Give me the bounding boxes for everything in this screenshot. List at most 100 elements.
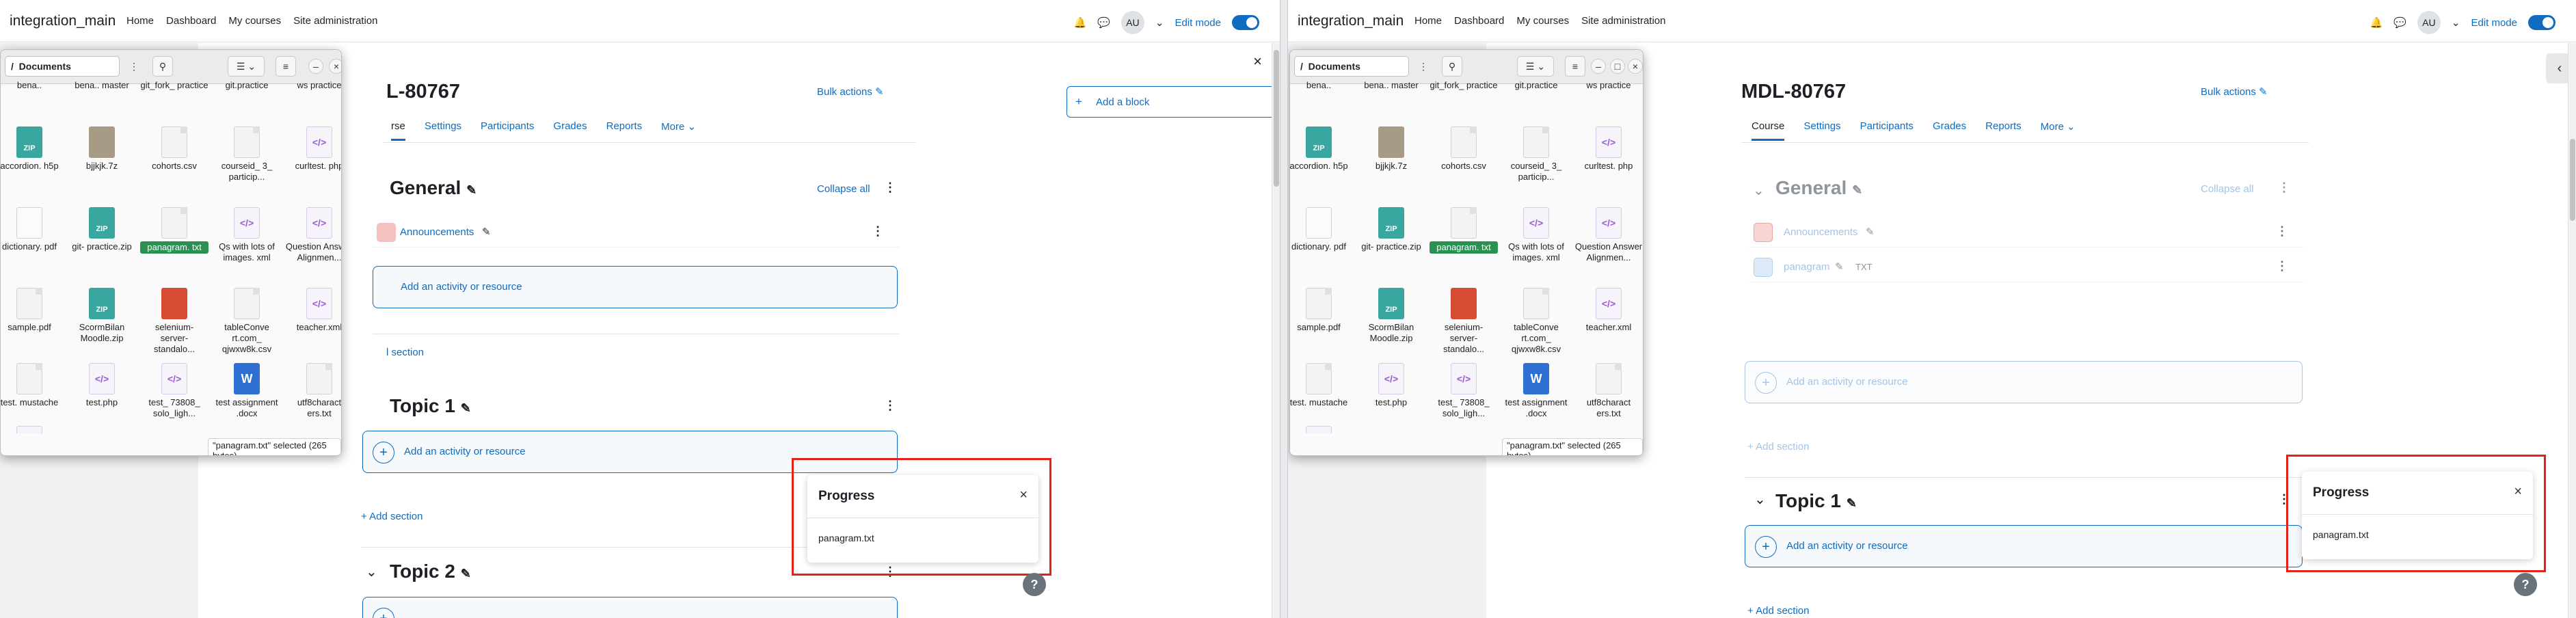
section-menu-icon[interactable]: ⋮ xyxy=(884,180,896,195)
add-activity-button[interactable]: + xyxy=(362,597,898,618)
edit-pencil-icon[interactable]: ✎ xyxy=(1866,226,1875,238)
file-item[interactable]: </> Qs with lots of images. xml xyxy=(213,207,281,263)
file-item-partial[interactable]: bena.. xyxy=(1290,80,1353,92)
file-item[interactable]: test. mustache xyxy=(1,363,64,408)
file-item[interactable]: ZIP accordion. h5p xyxy=(1290,126,1353,172)
activity-label[interactable]: Announcements xyxy=(400,226,474,238)
file-item[interactable]: courseid_ 3_ particip... xyxy=(213,126,281,183)
tab-grades[interactable]: Grades xyxy=(1933,120,1966,141)
file-item[interactable]: cohorts.csv xyxy=(140,126,209,172)
add-block-button[interactable]: + Add a block xyxy=(1066,86,1275,118)
collapse-all-link[interactable]: Collapse all xyxy=(2201,183,2254,195)
nav-site-administration[interactable]: Site administration xyxy=(293,15,377,27)
activity-announcements[interactable]: Announcements ✎ ⋮ xyxy=(1749,217,2303,247)
file-item[interactable]: </> curltest. php xyxy=(285,126,341,172)
activity-announcements[interactable]: Announcements ✎ ⋮ xyxy=(373,217,899,247)
scrollbar-thumb[interactable] xyxy=(1274,50,1279,187)
tab-settings[interactable]: Settings xyxy=(1803,120,1840,141)
file-item[interactable]: utf8charact ers.txt xyxy=(1574,363,1643,419)
section-general-title[interactable]: General ✎ xyxy=(390,177,477,199)
tab-course[interactable]: rse xyxy=(391,120,405,141)
chevron-down-icon[interactable]: ⌄ xyxy=(1753,182,1765,199)
file-item[interactable]: ZIP ScormBilan Moodle.zip xyxy=(1357,288,1425,344)
file-item[interactable]: ZIP accordion. h5p xyxy=(1,126,64,172)
file-item[interactable]: tableConve rt.com_ qjwxw8k.csv xyxy=(1502,288,1570,355)
tab-course[interactable]: Course xyxy=(1752,120,1785,141)
section-topic1-title[interactable]: Topic 1 ✎ xyxy=(1775,490,1857,512)
file-item[interactable]: ZIP git- practice.zip xyxy=(68,207,136,252)
file-item[interactable]: Wtest assignment .docx xyxy=(213,363,281,419)
page-scrollbar[interactable] xyxy=(2568,43,2576,618)
avatar[interactable]: AU xyxy=(2417,11,2441,34)
file-item[interactable]: </> teacher.xml xyxy=(1574,288,1643,333)
avatar[interactable]: AU xyxy=(1121,11,1144,34)
file-item[interactable]: test. mustache xyxy=(1290,363,1353,408)
close-icon[interactable]: × xyxy=(329,59,341,74)
activity-label[interactable]: Announcements xyxy=(1784,226,1857,238)
file-item[interactable]: </>Question Answer Alignmen... xyxy=(1574,207,1643,263)
view-toggle-button[interactable]: ☰ ⌄ xyxy=(1517,56,1554,77)
file-item-partial[interactable]: ws practice xyxy=(1574,80,1643,92)
file-item-partial[interactable]: bena.. master xyxy=(1357,80,1425,92)
nav-home[interactable]: Home xyxy=(126,15,154,27)
tab-more[interactable]: More ⌄ xyxy=(2041,120,2076,141)
minimize-icon[interactable]: – xyxy=(308,59,323,74)
file-item[interactable]: cohorts.csv xyxy=(1430,126,1498,172)
maximize-icon[interactable]: □ xyxy=(1610,59,1625,74)
more-icon[interactable]: ⋮ xyxy=(124,56,144,77)
file-item[interactable]: panagram. txt xyxy=(140,207,209,254)
nav-dashboard[interactable]: Dashboard xyxy=(1454,15,1504,27)
file-item[interactable]: </> Qs with lots of images. xml xyxy=(1502,207,1570,263)
file-item[interactable]: </>Question Answer Alignmen... xyxy=(285,207,341,263)
file-item[interactable]: </> teacher.xml xyxy=(285,288,341,333)
file-item[interactable]: tableConve rt.com_ qjwxw8k.csv xyxy=(213,288,281,355)
messages-icon[interactable]: 💬 xyxy=(1097,18,1110,28)
section-topic2-title[interactable]: Topic 2 ✎ xyxy=(390,561,471,582)
bulk-actions-link[interactable]: Bulk actions ✎ xyxy=(817,85,884,98)
page-scrollbar[interactable] xyxy=(1272,43,1280,618)
add-section-link[interactable]: + Add section xyxy=(1747,605,1810,617)
close-icon[interactable]: × xyxy=(1628,59,1643,74)
section-menu-icon[interactable]: ⋮ xyxy=(884,399,896,413)
file-item[interactable]: bjjkjk.7z xyxy=(1357,126,1425,172)
search-icon[interactable]: ⚲ xyxy=(152,56,173,77)
edit-pencil-icon[interactable]: ✎ xyxy=(1835,260,1844,273)
file-item[interactable]: courseid_ 3_ particip... xyxy=(1502,126,1570,183)
scrollbar-thumb[interactable] xyxy=(2570,139,2575,221)
more-icon[interactable]: ⋮ xyxy=(1413,56,1434,77)
file-item[interactable]: ZIP git- practice.zip xyxy=(1357,207,1425,252)
edit-pencil-icon[interactable]: ✎ xyxy=(482,226,491,238)
add-section-link[interactable]: + Add section xyxy=(1747,441,1810,453)
nav-dashboard[interactable]: Dashboard xyxy=(166,15,216,27)
help-icon[interactable]: ? xyxy=(2514,573,2537,596)
file-item-partial[interactable]: bena.. master xyxy=(68,80,136,92)
close-icon[interactable]: × xyxy=(1019,487,1028,503)
path-bar[interactable]: / Documents xyxy=(5,56,120,77)
chevron-down-icon[interactable]: ⌄ xyxy=(1754,491,1766,508)
file-item-partial[interactable]: git_fork_ practice xyxy=(1430,80,1498,92)
file-item[interactable]: </> test_ 73808_ solo_ligh... xyxy=(1430,363,1498,419)
activity-menu-icon[interactable]: ⋮ xyxy=(2276,224,2288,239)
file-item[interactable]: utf8charact ers.txt xyxy=(285,363,341,419)
nav-home[interactable]: Home xyxy=(1414,15,1442,27)
file-item[interactable]: dictionary. pdf xyxy=(1290,207,1353,252)
tab-reports[interactable]: Reports xyxy=(1985,120,2022,141)
activity-menu-icon[interactable]: ⋮ xyxy=(2276,259,2288,273)
tab-participants[interactable]: Participants xyxy=(1860,120,1914,141)
section-menu-icon[interactable]: ⋮ xyxy=(2278,180,2290,195)
edit-mode-toggle[interactable] xyxy=(1232,15,1259,30)
section-topic1-title[interactable]: Topic 1 ✎ xyxy=(390,395,471,417)
file-item[interactable]: panagram. txt xyxy=(1430,207,1498,254)
add-section-link[interactable]: + Add section xyxy=(361,511,423,522)
file-item[interactable]: </> test.php xyxy=(68,363,136,408)
add-activity-button[interactable]: Add an activity or resource xyxy=(373,266,898,308)
file-item-partial[interactable]: git.practice xyxy=(1502,80,1570,92)
file-item-partial[interactable]: bena.. xyxy=(1,80,64,92)
help-icon[interactable]: ? xyxy=(1023,573,1046,596)
messages-icon[interactable]: 💬 xyxy=(2393,18,2406,28)
site-name[interactable]: integration_main xyxy=(10,13,116,29)
chevron-down-icon[interactable]: ⌄ xyxy=(366,563,377,580)
chevron-down-icon[interactable]: ⌄ xyxy=(1155,18,1164,28)
file-item[interactable]: ZIP ScormBilan Moodle.zip xyxy=(68,288,136,344)
pane-divider[interactable] xyxy=(1280,0,1288,618)
